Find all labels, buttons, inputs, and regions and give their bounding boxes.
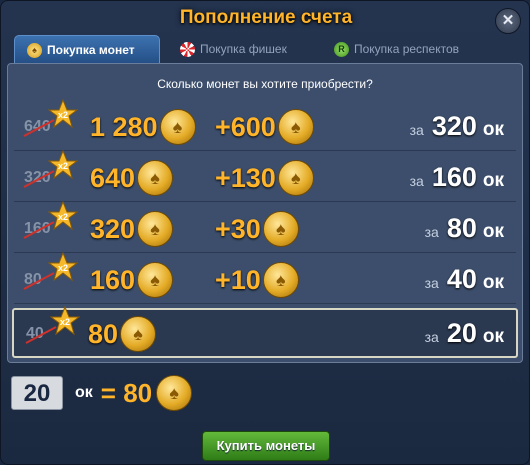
coin-icon: ♠	[120, 316, 157, 352]
price-currency: ок	[482, 272, 504, 293]
tab-buy-chips[interactable]: Покупка фишек	[168, 35, 308, 63]
coin-amount: 1 280 ♠	[90, 109, 196, 145]
coins-value: 640	[90, 162, 136, 193]
purchase-summary: 20 ок = 80 ♠	[11, 375, 193, 411]
result-coins: = 80	[100, 377, 153, 408]
coin-icon: ♠	[137, 262, 174, 298]
coin-icon: ♠	[277, 109, 314, 145]
price: за 40 ок	[425, 264, 504, 295]
amount-field[interactable]: 20	[11, 376, 63, 410]
star-icon: x2	[48, 99, 78, 129]
coin-amount: 80 ♠	[88, 316, 157, 352]
price-value: 160	[431, 162, 477, 192]
multiplier-label: x2	[58, 161, 68, 171]
coin-icon: ♠	[137, 160, 174, 196]
coins-value: 320	[90, 213, 136, 244]
bonus-value: +600	[215, 111, 276, 142]
price-value: 80	[446, 213, 477, 243]
price: за 80 ок	[425, 213, 504, 244]
price-value: 40	[446, 264, 477, 294]
offer-row[interactable]: 80 x2 160 ♠ +10 ♠ за 40 ок	[14, 252, 516, 304]
price-value: 320	[431, 111, 477, 141]
coins-value: 1 280	[90, 111, 158, 142]
star-icon: x2	[48, 201, 78, 231]
question-text: Сколько монет вы хотите приобрести?	[157, 77, 373, 91]
price-value: 20	[446, 318, 477, 348]
chip-icon	[180, 41, 195, 57]
price-prefix: за	[409, 122, 424, 138]
offer-row[interactable]: 320 x2 640 ♠ +130 ♠ за 160 ок	[14, 150, 516, 202]
tab-buy-coins[interactable]: ♠ Покупка монет	[14, 35, 160, 64]
offer-row-selected[interactable]: 40 x2 80 ♠ за 20 ок	[12, 306, 518, 358]
coin-amount: 320 ♠	[90, 211, 174, 247]
coin-amount: 640 ♠	[90, 160, 174, 196]
bonus-amount: +10 ♠	[215, 262, 299, 298]
price: за 160 ок	[410, 162, 504, 193]
price-prefix: за	[424, 329, 439, 345]
multiplier-label: x2	[60, 317, 70, 327]
tab-label: Покупка фишек	[200, 42, 287, 56]
multiplier-label: x2	[58, 263, 68, 273]
tab-label: Покупка респектов	[354, 42, 460, 56]
dialog-title: Пополнение счета	[179, 7, 353, 28]
price-currency: ок	[482, 221, 504, 242]
purchase-dialog: Пополнение счета ✕ ♠ Покупка монет Покуп…	[0, 0, 530, 465]
price-currency: ок	[482, 326, 504, 347]
star-icon: x2	[48, 252, 78, 282]
price: за 20 ок	[425, 318, 504, 349]
price-currency: ок	[482, 170, 504, 191]
price-prefix: за	[424, 224, 439, 240]
offer-row[interactable]: 640 x2 1 280 ♠ +600 ♠ за 320 ок	[14, 99, 516, 151]
tab-buy-respects[interactable]: R Покупка респектов	[322, 35, 502, 63]
price: за 320 ок	[410, 111, 504, 142]
multiplier-label: x2	[58, 110, 68, 120]
multiplier-label: x2	[58, 212, 68, 222]
coin-icon: ♠	[262, 262, 299, 298]
price-prefix: за	[424, 275, 439, 291]
coin-icon: ♠	[27, 42, 42, 58]
coin-icon: ♠	[137, 211, 174, 247]
coin-amount: 160 ♠	[90, 262, 174, 298]
coin-icon: ♠	[156, 375, 193, 411]
star-icon: x2	[48, 150, 78, 180]
close-button[interactable]: ✕	[495, 8, 521, 34]
bonus-amount: +600 ♠	[215, 109, 314, 145]
price-currency: ок	[482, 119, 504, 140]
bonus-value: +30	[215, 213, 261, 244]
coin-icon: ♠	[159, 109, 196, 145]
amount-currency: ок	[75, 384, 93, 401]
coin-icon: ♠	[262, 211, 299, 247]
bonus-amount: +130 ♠	[215, 160, 314, 196]
coin-icon: ♠	[277, 160, 314, 196]
offer-row[interactable]: 160 x2 320 ♠ +30 ♠ за 80 ок	[14, 201, 516, 253]
respect-icon: R	[334, 41, 349, 57]
price-prefix: за	[409, 173, 424, 189]
star-icon: x2	[50, 306, 80, 336]
buy-coins-button[interactable]: Купить монеты	[202, 431, 330, 461]
bonus-amount: +30 ♠	[215, 211, 299, 247]
tab-bar: ♠ Покупка монет Покупка фишек R Покупка …	[12, 35, 520, 64]
coins-value: 80	[88, 318, 119, 349]
bonus-value: +130	[215, 162, 276, 193]
bonus-value: +10	[215, 264, 261, 295]
coins-value: 160	[90, 264, 136, 295]
tab-label: Покупка монет	[47, 43, 135, 57]
